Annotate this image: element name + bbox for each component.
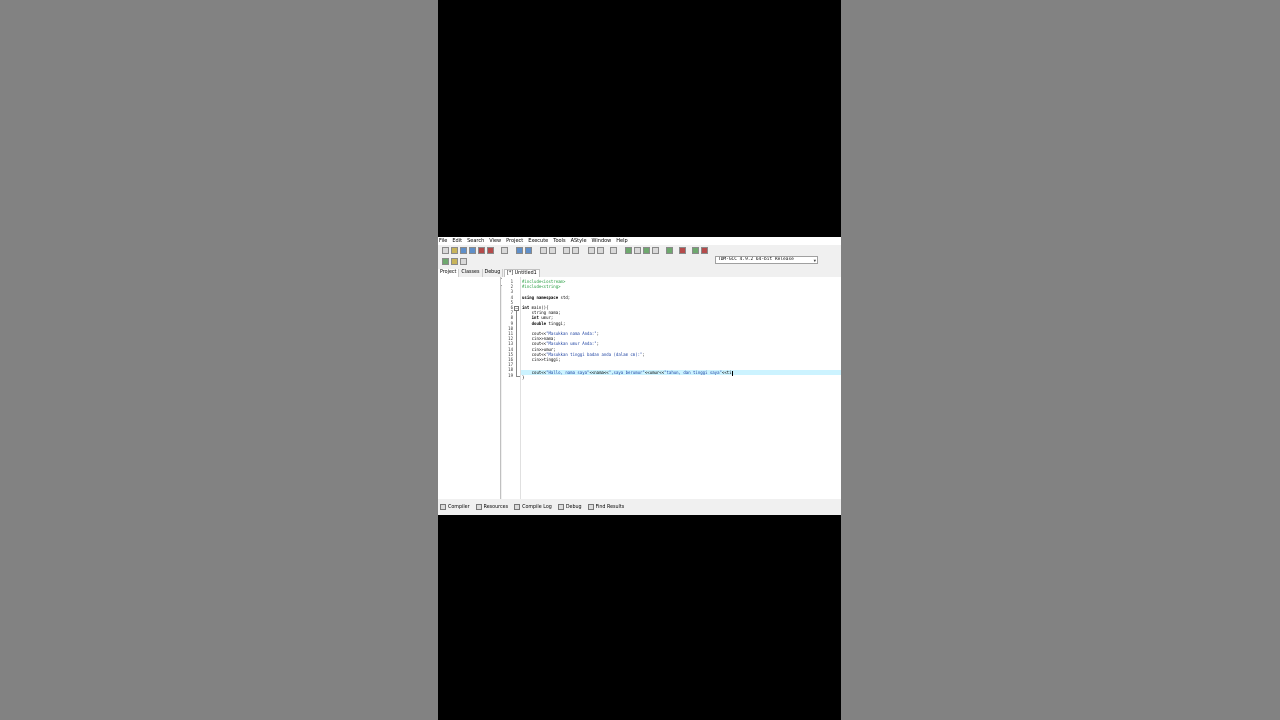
tab-debug[interactable]: Debug xyxy=(483,269,504,277)
line-number-gutter: 1 2 3 4 5 6 7 8 9 10 11 12 13 14 15 16 1… xyxy=(502,277,521,499)
menu-execute[interactable]: Execute xyxy=(528,237,548,245)
code-token: tinggi; xyxy=(546,320,566,326)
run-icon[interactable] xyxy=(634,247,641,254)
compile-icon[interactable] xyxy=(625,247,632,254)
tab-project[interactable]: Project xyxy=(438,269,460,277)
ide-window: File Edit Search View Project Execute To… xyxy=(438,237,841,515)
new-file-icon[interactable] xyxy=(442,247,449,254)
code-token: ; xyxy=(642,351,645,357)
fold-end xyxy=(516,376,520,377)
code-line-current: cout<<"Hallo, nama saya"<<nama<<",saya b… xyxy=(522,370,733,376)
insert-icon[interactable] xyxy=(460,258,467,265)
profile-icon[interactable] xyxy=(692,247,699,254)
menu-view[interactable]: View xyxy=(489,237,501,245)
code-token: ; xyxy=(596,341,600,347)
tab-compiler[interactable]: Compiler xyxy=(440,504,470,510)
open-file-icon[interactable] xyxy=(451,247,458,254)
goto-icon[interactable] xyxy=(610,247,617,254)
code-editor[interactable]: 1 2 3 4 5 6 7 8 9 10 11 12 13 14 15 16 1… xyxy=(502,277,841,499)
code-line: } xyxy=(522,375,524,380)
debug-check-icon xyxy=(557,504,564,510)
code-token: std; xyxy=(558,294,571,300)
compiler-icon xyxy=(440,504,446,510)
code-token: "Hallo, nama saya" xyxy=(546,370,590,376)
code-token: <<nama<< xyxy=(589,370,609,376)
code-token: } xyxy=(522,375,525,381)
stop-icon[interactable] xyxy=(679,247,686,254)
main-toolbar: TDM-GCC 4.9.2 64-bit Release ▼ xyxy=(438,246,841,264)
code-line: #include<string> xyxy=(522,284,561,289)
background-left xyxy=(0,0,438,720)
tab-compile-log[interactable]: Compile Log xyxy=(514,504,552,510)
tab-label: Resources xyxy=(483,504,509,510)
menu-astyle[interactable]: AStyle xyxy=(571,237,587,245)
code-token: "Masukkan tinggi badan anda (dalam cm):" xyxy=(546,351,643,357)
left-panel-tabs: Project Classes Debug xyxy=(438,269,504,277)
code-token: #include<string> xyxy=(522,284,561,290)
tab-debug-bottom[interactable]: Debug xyxy=(557,504,582,510)
resources-icon xyxy=(475,504,482,510)
code-token: ",saya berumur" xyxy=(608,370,645,376)
menu-edit[interactable]: Edit xyxy=(452,237,462,245)
redo-icon[interactable] xyxy=(525,247,532,254)
back-icon[interactable] xyxy=(588,247,595,254)
menu-project[interactable]: Project xyxy=(506,237,523,245)
replace-icon[interactable] xyxy=(549,247,556,254)
background-right xyxy=(841,0,1280,720)
menu-help[interactable]: Help xyxy=(616,237,627,245)
find-results-icon xyxy=(587,504,594,510)
debug-icon[interactable] xyxy=(701,247,708,254)
menu-bar: File Edit Search View Project Execute To… xyxy=(438,237,841,245)
text-cursor xyxy=(731,370,733,376)
tab-find-results[interactable]: Find Results xyxy=(587,504,625,510)
rebuild-icon[interactable] xyxy=(652,247,659,254)
syntax-check-icon[interactable] xyxy=(666,247,673,254)
bottom-panel-tabs: Compiler Resources Compile Log Debug Fin… xyxy=(438,502,841,512)
print-icon[interactable] xyxy=(501,247,508,254)
secondary-toolbar: (globals) ▼ ▼ xyxy=(438,257,841,286)
code-token: cin>>tinggi; xyxy=(522,357,561,362)
compile-run-icon[interactable] xyxy=(643,247,650,254)
indent-icon[interactable] xyxy=(563,247,570,254)
tab-label: Debug xyxy=(565,504,582,510)
code-token: cout<< xyxy=(522,370,547,376)
menu-search[interactable]: Search xyxy=(467,237,484,245)
new-class-icon[interactable] xyxy=(442,258,449,265)
code-token: <<ti xyxy=(721,370,732,376)
collapse-icon[interactable]: − xyxy=(514,306,519,311)
code-token: ; xyxy=(596,331,600,336)
code-token: <<umur<< xyxy=(644,370,665,376)
tab-label: Compile Log xyxy=(522,504,552,510)
find-icon[interactable] xyxy=(540,247,547,254)
tab-label: Find Results xyxy=(595,504,625,510)
fold-guide xyxy=(516,308,517,376)
tab-label: Compiler xyxy=(448,504,470,510)
code-token: using namespace xyxy=(522,294,559,300)
menu-window[interactable]: Window xyxy=(592,237,612,245)
code-token: "tahun, dan tinggi saya" xyxy=(664,370,722,376)
save-icon[interactable] xyxy=(460,247,467,254)
close-icon[interactable] xyxy=(478,247,485,254)
code-token: double xyxy=(522,320,547,326)
line-number: 19 xyxy=(508,372,513,378)
menu-tools[interactable]: Tools xyxy=(553,237,565,245)
project-browser[interactable] xyxy=(438,277,501,499)
code-line: double tinggi; xyxy=(522,320,566,326)
save-all-icon[interactable] xyxy=(469,247,476,254)
unindent-icon[interactable] xyxy=(572,247,579,254)
bookmark-icon[interactable] xyxy=(451,258,458,265)
menu-file[interactable]: File xyxy=(439,237,447,245)
tab-classes[interactable]: Classes xyxy=(459,269,483,277)
code-line: cin>>tinggi; xyxy=(522,357,561,362)
close-all-icon[interactable] xyxy=(487,247,494,254)
forward-icon[interactable] xyxy=(597,247,604,254)
compile-log-icon xyxy=(514,504,521,510)
undo-icon[interactable] xyxy=(516,247,523,254)
code-line: using namespace std; xyxy=(522,295,570,300)
tab-resources[interactable]: Resources xyxy=(475,504,509,510)
